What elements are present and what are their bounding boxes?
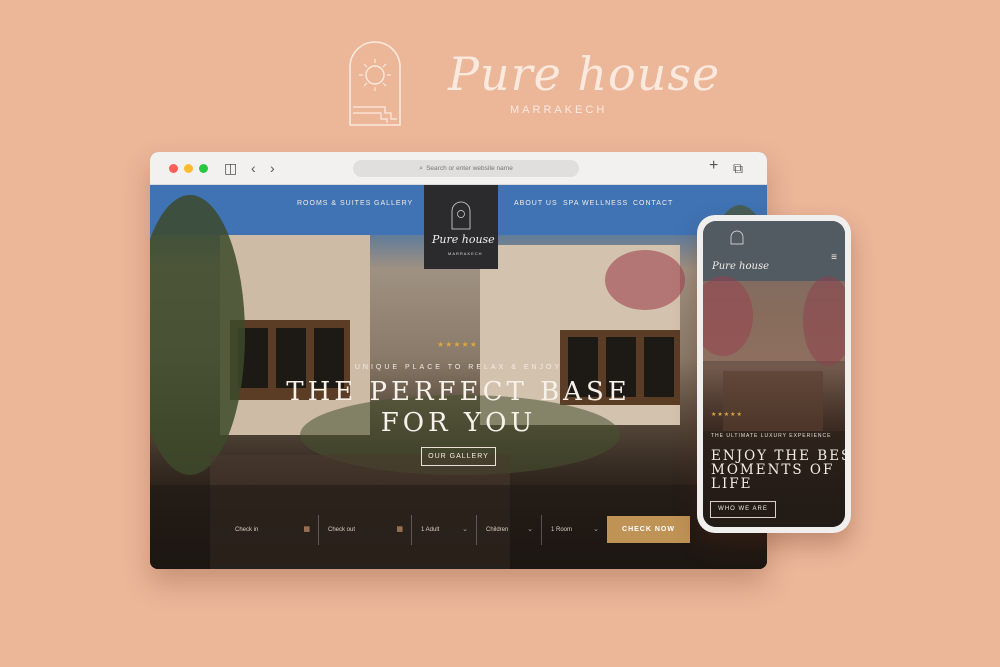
rooms-select[interactable]: 1 Room ⌄ — [542, 515, 607, 545]
rating-stars: ★★★★★ — [437, 340, 478, 349]
hero-title-line-2: FOR YOU — [380, 408, 537, 438]
forward-icon[interactable]: › — [270, 160, 275, 176]
adults-select[interactable]: 1 Adult ⌄ — [412, 515, 477, 545]
hero-section: ROOMS & SUITES GALLERY Pure house MARRAK… — [150, 185, 767, 569]
chevron-down-icon: ⌄ — [527, 526, 533, 533]
nav-rooms-suites[interactable]: ROOMS & SUITES — [297, 200, 371, 207]
check-out-label: Check out — [328, 527, 356, 533]
chevron-down-icon: ⌄ — [593, 526, 599, 533]
phone-mockup: Pure house ≡ ★★★★★ THE ULTIMATE LUXURY E… — [697, 215, 851, 533]
nav-gallery[interactable]: GALLERY — [374, 200, 413, 207]
mobile-logo-name[interactable]: Pure house — [712, 261, 769, 272]
nav-about-us[interactable]: ABOUT US — [514, 200, 558, 207]
brand-subtitle: MARRAKECH — [510, 104, 608, 116]
mobile-title: ENJOY THE BEST MOMENTS OF LIFE — [711, 449, 845, 491]
mobile-tagline: THE ULTIMATE LUXURY EXPERIENCE — [711, 433, 832, 439]
brand-header: Pure house MARRAKECH — [340, 35, 719, 130]
sidebar-toggle-icon[interactable]: ◫ — [224, 160, 237, 176]
adults-value: 1 Adult — [421, 527, 440, 533]
browser-toolbar: ◫ ‹ › ⌕ Search or enter website name + ⧉ — [150, 152, 767, 185]
mobile-title-line-2: MOMENTS OF — [711, 462, 835, 478]
hero-tagline: UNIQUE PLACE TO RELAX & ENJOY — [354, 364, 563, 371]
address-bar[interactable]: ⌕ Search or enter website name — [353, 160, 579, 177]
children-value: Children — [486, 527, 509, 533]
minimize-window-button[interactable] — [184, 164, 193, 173]
new-tab-icon[interactable]: + — [709, 158, 718, 174]
site-logo[interactable]: Pure house MARRAKECH — [424, 185, 498, 269]
check-out-field[interactable]: Check out ▦ — [319, 515, 412, 545]
chevron-down-icon: ⌄ — [462, 526, 468, 533]
nav-spa-wellness[interactable]: SPA WELLNESS — [563, 200, 628, 207]
hero-title: THE PERFECT BASE FOR YOU — [150, 377, 767, 439]
site-logo-subtitle: MARRAKECH — [448, 251, 483, 256]
address-placeholder: Search or enter website name — [426, 165, 513, 172]
search-icon: ⌕ — [419, 165, 424, 172]
children-select[interactable]: Children ⌄ — [477, 515, 542, 545]
site-logo-name: Pure house — [432, 233, 495, 246]
hero-title-line-1: THE PERFECT BASE — [286, 377, 631, 407]
browser-window: ◫ ‹ › ⌕Search or enter website name + ⧉ — [150, 152, 767, 569]
sun-arch-small-icon — [451, 201, 471, 230]
calendar-icon: ▦ — [396, 526, 403, 533]
phone-screen: Pure house ≡ ★★★★★ THE ULTIMATE LUXURY E… — [703, 221, 845, 527]
hamburger-menu-icon[interactable]: ≡ — [831, 252, 837, 263]
mobile-title-line-1: ENJOY THE BEST — [711, 448, 845, 464]
mobile-rating-stars: ★★★★★ — [711, 412, 743, 418]
our-gallery-button[interactable]: OUR GALLERY — [421, 447, 496, 466]
back-icon[interactable]: ‹ — [251, 160, 256, 176]
check-in-field[interactable]: Check in ▦ — [226, 515, 319, 545]
sun-arch-logo-icon — [349, 41, 401, 126]
rooms-value: 1 Room — [551, 527, 573, 533]
brand-name: Pure house — [448, 47, 721, 101]
calendar-icon: ▦ — [303, 526, 310, 533]
mobile-title-line-3: LIFE — [711, 476, 753, 492]
check-in-label: Check in — [235, 527, 259, 533]
tabs-overview-icon[interactable]: ⧉ — [733, 160, 743, 176]
check-now-button[interactable]: CHECK NOW — [607, 516, 690, 543]
nav-contact[interactable]: CONTACT — [633, 200, 673, 207]
close-window-button[interactable] — [169, 164, 178, 173]
maximize-window-button[interactable] — [199, 164, 208, 173]
who-we-are-button[interactable]: WHO WE ARE — [710, 501, 776, 518]
